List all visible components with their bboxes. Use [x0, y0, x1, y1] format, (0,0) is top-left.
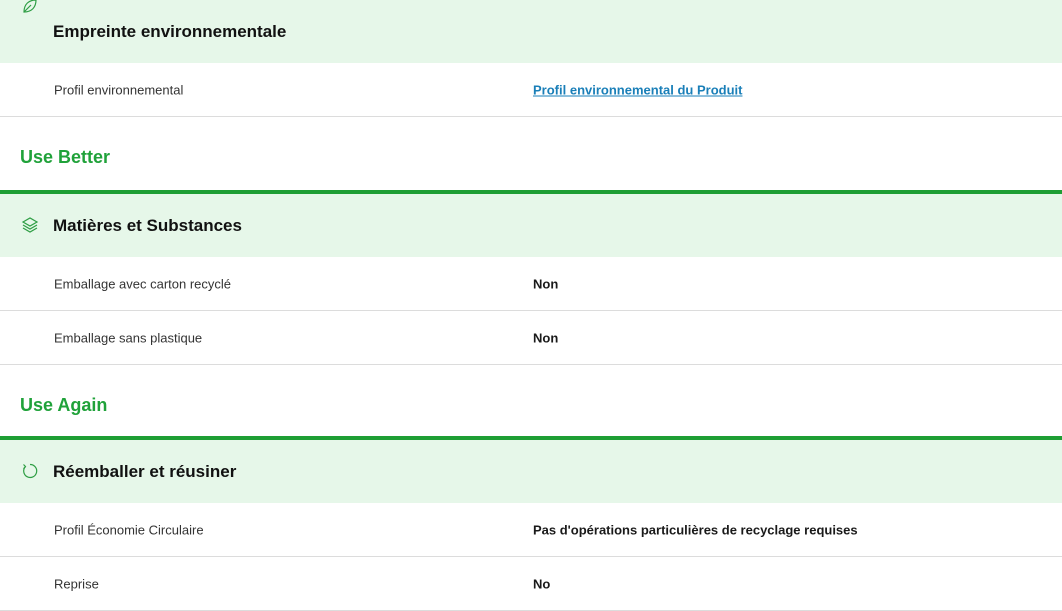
- section-header-repack-remanufacture: Réemballer et réusiner: [0, 440, 1062, 503]
- section-title-use-again: Use Again: [20, 395, 108, 415]
- section-header-materials-substances: Matières et Substances: [0, 194, 1062, 257]
- row-value: Non: [533, 276, 559, 291]
- row-recycled-cardboard: Emballage avec carton recyclé Non: [0, 257, 1062, 311]
- section-title-use-better: Use Better: [20, 147, 111, 167]
- header-title: Empreinte environnementale: [53, 21, 287, 41]
- row-take-back: Reprise No: [0, 557, 1062, 611]
- leaf-icon: [21, 0, 39, 15]
- row-value: Non: [533, 330, 559, 345]
- section-header-environmental-footprint: Empreinte environnementale: [0, 0, 1062, 63]
- refresh-icon: [21, 462, 39, 480]
- layers-icon: [21, 216, 39, 234]
- row-label: Reprise: [54, 576, 99, 591]
- row-circular-economy-profile: Profil Économie Circulaire Pas d'opérati…: [0, 503, 1062, 557]
- row-label: Profil environnemental: [54, 82, 184, 97]
- header-title: Réemballer et réusiner: [53, 461, 237, 481]
- environmental-profile-link[interactable]: Profil environnemental du Produit: [533, 82, 742, 97]
- row-plastic-free: Emballage sans plastique Non: [0, 311, 1062, 365]
- row-environmental-profile: Profil environnemental Profil environnem…: [0, 63, 1062, 117]
- row-value: No: [533, 576, 551, 591]
- row-label: Profil Économie Circulaire: [54, 522, 204, 537]
- row-label: Emballage sans plastique: [54, 330, 203, 345]
- row-label: Emballage avec carton recyclé: [54, 276, 232, 291]
- header-title: Matières et Substances: [53, 215, 242, 235]
- row-value: Pas d'opérations particulières de recycl…: [533, 522, 858, 537]
